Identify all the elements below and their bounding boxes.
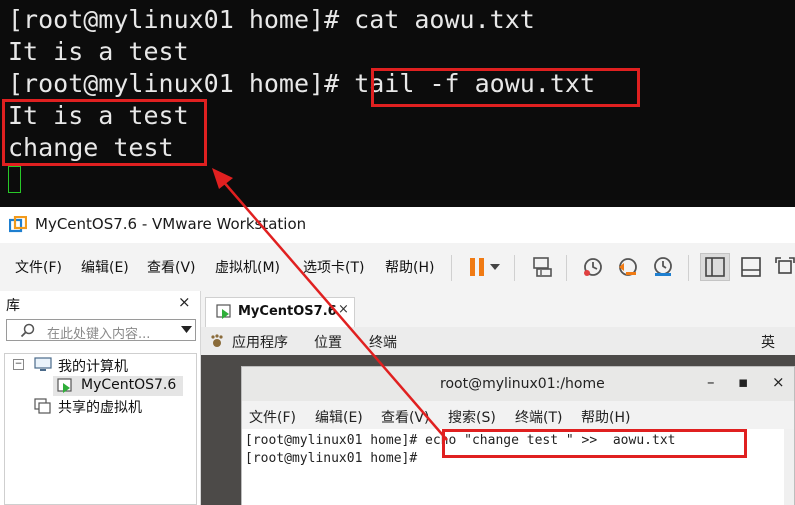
annotation-arrow xyxy=(212,168,448,441)
